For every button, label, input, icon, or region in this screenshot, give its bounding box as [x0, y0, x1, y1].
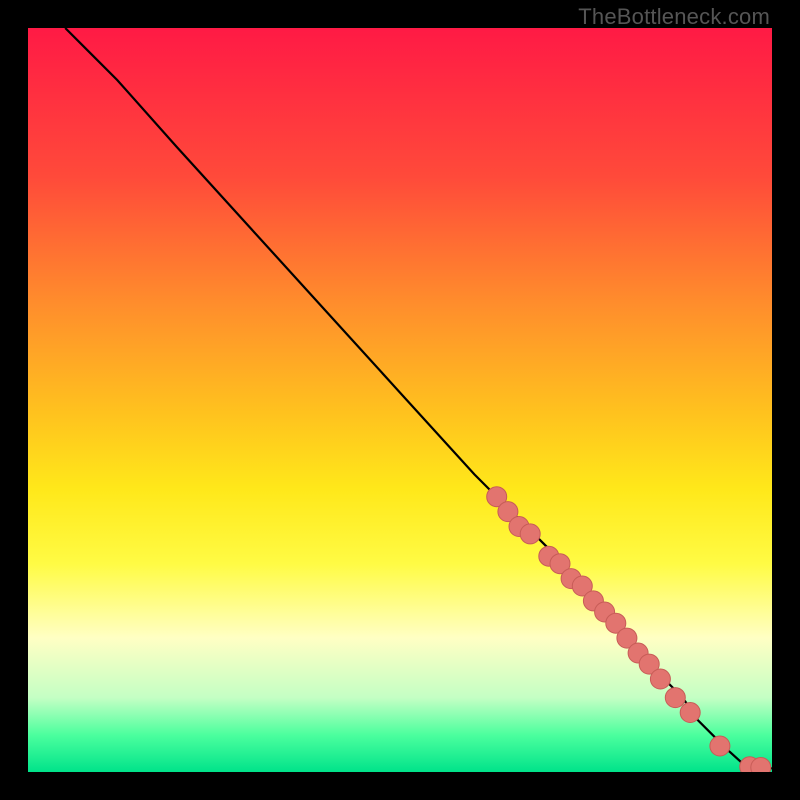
scatter-dot	[751, 758, 771, 773]
watermark-text: TheBottleneck.com	[578, 4, 770, 30]
curve-line	[65, 28, 772, 768]
scatter-dot	[710, 736, 730, 756]
scatter-dot	[520, 524, 540, 544]
scatter-dot	[665, 688, 685, 708]
chart-overlay	[28, 28, 772, 772]
chart-frame: TheBottleneck.com	[0, 0, 800, 800]
scatter-dot	[650, 669, 670, 689]
scatter-points	[487, 487, 771, 772]
scatter-dot	[680, 703, 700, 723]
